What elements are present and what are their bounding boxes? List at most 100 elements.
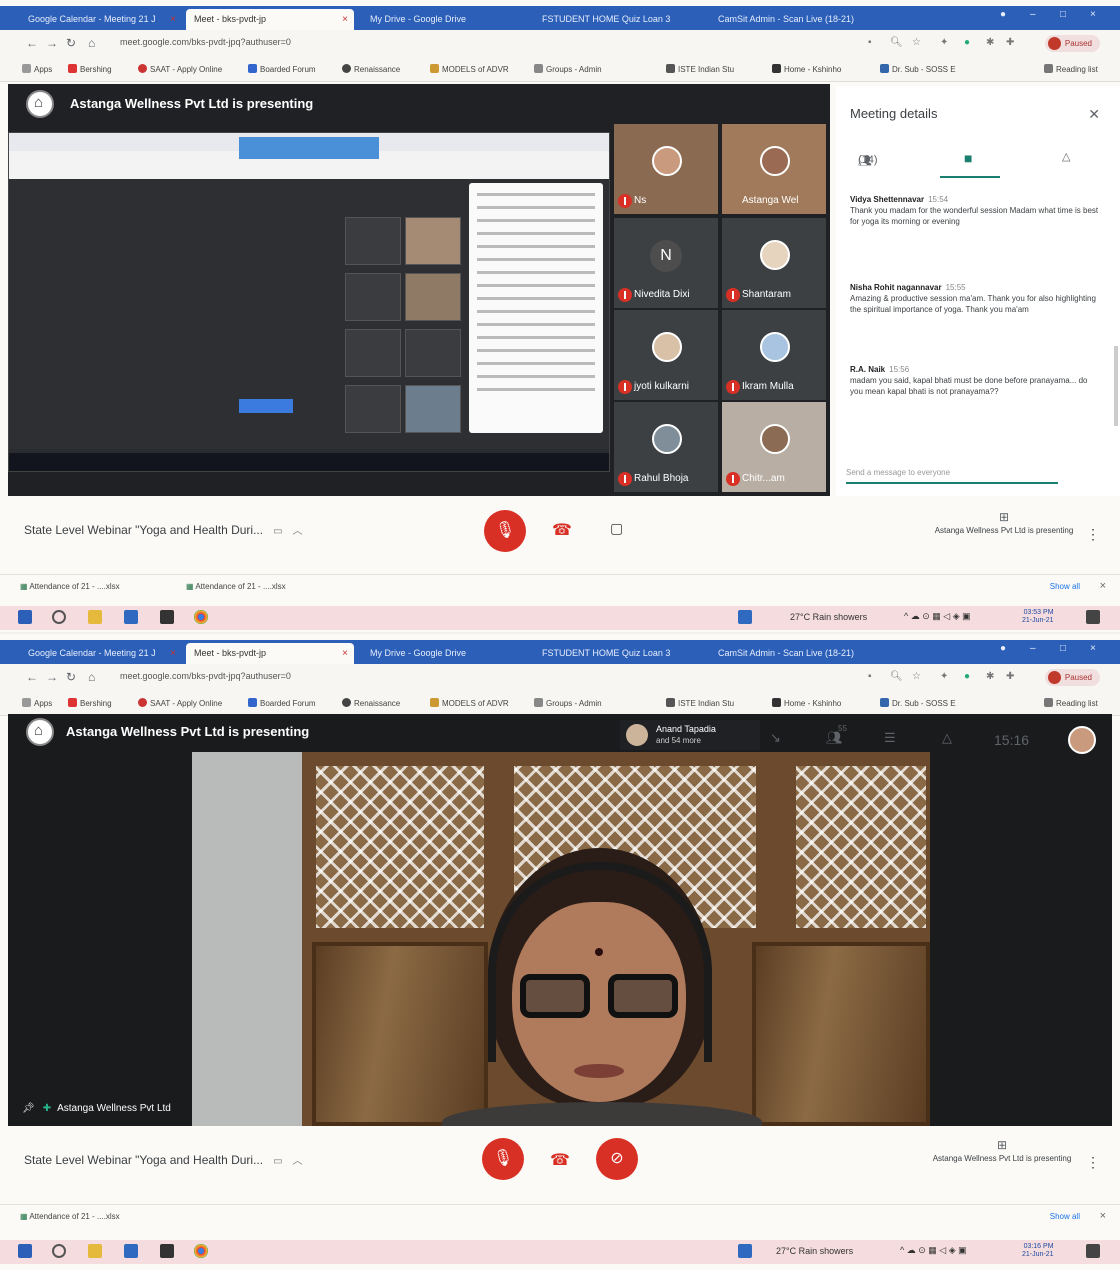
taskbar-clock[interactable]: 03:53 PM 21-Jun-21 [1022,609,1054,625]
back-icon[interactable]: ← [26,36,38,50]
store-icon[interactable] [124,1244,138,1258]
profile-paused-button[interactable]: Paused [1044,35,1100,52]
bookmark-item[interactable]: SAAT - Apply Online [138,698,222,708]
extension-icon[interactable]: ✦ [940,37,948,48]
bookmark-apps[interactable]: Apps [22,64,52,74]
chat-icon[interactable]: ■ [964,150,972,166]
reading-list[interactable]: Reading list [1044,64,1098,74]
weather-widget[interactable]: 27°C Rain showers [776,1246,853,1256]
zoom-icon[interactable]: 🔍︎ [890,37,903,48]
notification-icon[interactable] [1086,1244,1100,1258]
search-icon[interactable] [52,610,66,624]
app-icon[interactable] [160,1244,174,1258]
profile-paused-button[interactable]: Paused [1044,669,1100,686]
forward-icon[interactable]: → [46,36,58,50]
puzzle-icon[interactable]: ✱ [986,671,994,682]
bookmark-item[interactable]: Bershing [68,698,112,708]
close-icon[interactable]: × [1100,1210,1106,1222]
tab-admin[interactable]: CamSit Admin - Scan Live (18-21) [710,643,882,664]
chrome-icon[interactable] [194,610,208,624]
explorer-icon[interactable] [88,610,102,624]
chrome-icon[interactable] [194,1244,208,1258]
home-icon[interactable]: ⌂ [88,670,95,684]
participant-tile[interactable]: N Nivedita Dixi [614,218,718,308]
bookmark-item[interactable]: Bershing [68,64,112,74]
send-message-input[interactable]: Send a message to everyone [846,464,1058,484]
info-icon[interactable]: ▭ [273,1156,282,1167]
windows-icon[interactable] [18,610,32,624]
bookmark-item[interactable]: Home - Kshinho [772,698,841,708]
chrome-extension-icon[interactable]: ● [964,37,970,48]
mic-off-button[interactable]: 🎙︎ [484,510,526,552]
presenting-badge[interactable]: ⊞ Astanga Wellness Pvt Ltd is presenting [934,511,1074,536]
participant-tile[interactable]: jyoti kulkarni [614,310,718,400]
chat-scrollbar[interactable] [1114,346,1118,426]
profile-icon[interactable]: ● [1000,643,1006,654]
bookmark-item[interactable]: Dr. Sub - SOSS E [880,64,956,74]
chat-icon[interactable]: ☰ [884,730,896,746]
app-icon[interactable] [738,610,752,624]
close-icon[interactable]: × [342,643,348,664]
close-window-icon[interactable]: × [1090,9,1096,20]
tab-meet[interactable]: Meet - bks-pvdt-jp × [186,9,354,30]
search-icon[interactable] [52,1244,66,1258]
participants-preview[interactable]: Anand Tapadia and 54 more [620,720,760,750]
bookmark-item[interactable]: Boarded Forum [248,64,316,74]
pin-icon[interactable]: 📌︎ [22,1103,35,1114]
show-all-link[interactable]: Show all [1050,1212,1080,1221]
mic-off-button[interactable]: 🎙︎ [482,1138,524,1180]
activities-icon[interactable]: △ [1062,150,1070,163]
reading-list[interactable]: Reading list [1044,698,1098,708]
chevron-up-icon[interactable]: ︿ [293,1156,303,1167]
bookmark-item[interactable]: ISTE Indian Stu [666,64,734,74]
camera-icon[interactable]: ▢ [610,520,623,537]
camera-off-button[interactable]: ⊘ [596,1138,638,1180]
presenting-badge[interactable]: ⊞ Astanga Wellness Pvt Ltd is presenting [932,1139,1072,1164]
participant-tile[interactable]: Rahul Bhoja [614,402,718,492]
reload-icon[interactable]: ↻ [66,670,76,684]
zoom-icon[interactable]: 🔍︎ [890,671,903,682]
tab-drive[interactable]: My Drive - Google Drive [362,643,530,664]
close-icon[interactable]: ✕ [1088,106,1100,123]
minimize-icon[interactable]: – [1030,9,1036,20]
explorer-icon[interactable] [88,1244,102,1258]
tab-student-home[interactable]: FSTUDENT HOME Quiz Loan 3 [534,9,706,30]
puzzle-icon[interactable]: ✱ [986,37,994,48]
bookmark-item[interactable]: SAAT - Apply Online [138,64,222,74]
info-icon[interactable]: ↘ [770,730,781,746]
participant-tile[interactable]: Ikram Mulla [722,310,826,400]
more-icon[interactable]: ⋮ [1086,526,1100,543]
app-icon[interactable] [738,1244,752,1258]
bookmark-item[interactable]: Dr. Sub - SOSS E [880,698,956,708]
show-all-link[interactable]: Show all [1050,582,1080,591]
bookmark-item[interactable]: Renaissance [342,698,400,708]
chevron-up-icon[interactable]: ︿ [293,526,303,537]
tab-calendar[interactable]: Google Calendar - Meeting 21 J × [20,9,182,30]
participant-tile[interactable]: Ns [614,124,718,214]
more-icon[interactable]: ⋮ [1086,1154,1100,1171]
hangup-icon[interactable]: ☎︎ [552,520,572,540]
reload-icon[interactable]: ↻ [66,36,76,50]
maximize-icon[interactable]: □ [1060,9,1066,20]
tab-drive[interactable]: My Drive - Google Drive [362,9,530,30]
store-icon[interactable] [124,610,138,624]
bookmark-apps[interactable]: Apps [22,698,52,708]
bookmark-item[interactable]: Groups - Admin [534,64,602,74]
url-input[interactable]: meet.google.com/bks-pvdt-jpq?authuser=0 [120,37,291,47]
bookmark-item[interactable]: Groups - Admin [534,698,602,708]
maximize-icon[interactable]: □ [1060,643,1066,654]
star-icon[interactable]: ☆ [912,671,921,682]
download-item[interactable]: ▦ Attendance of 21 - ....xlsx [20,1212,120,1221]
close-icon[interactable]: × [342,9,348,30]
meeting-name[interactable]: State Level Webinar "Yoga and Health Dur… [24,1152,303,1167]
bookmark-item[interactable]: Boarded Forum [248,698,316,708]
bookmark-item[interactable]: Renaissance [342,64,400,74]
pin-icon[interactable]: ✚ [1006,671,1014,682]
app-icon[interactable] [160,610,174,624]
taskbar-clock[interactable]: 03:16 PM 21-Jun-21 [1022,1243,1054,1259]
bookmark-item[interactable]: MODELS of ADVR [430,698,509,708]
close-icon[interactable]: × [170,643,176,664]
participant-tile[interactable]: Shantaram [722,218,826,308]
notification-icon[interactable] [1086,610,1100,624]
tab-calendar[interactable]: Google Calendar - Meeting 21 J × [20,643,182,664]
